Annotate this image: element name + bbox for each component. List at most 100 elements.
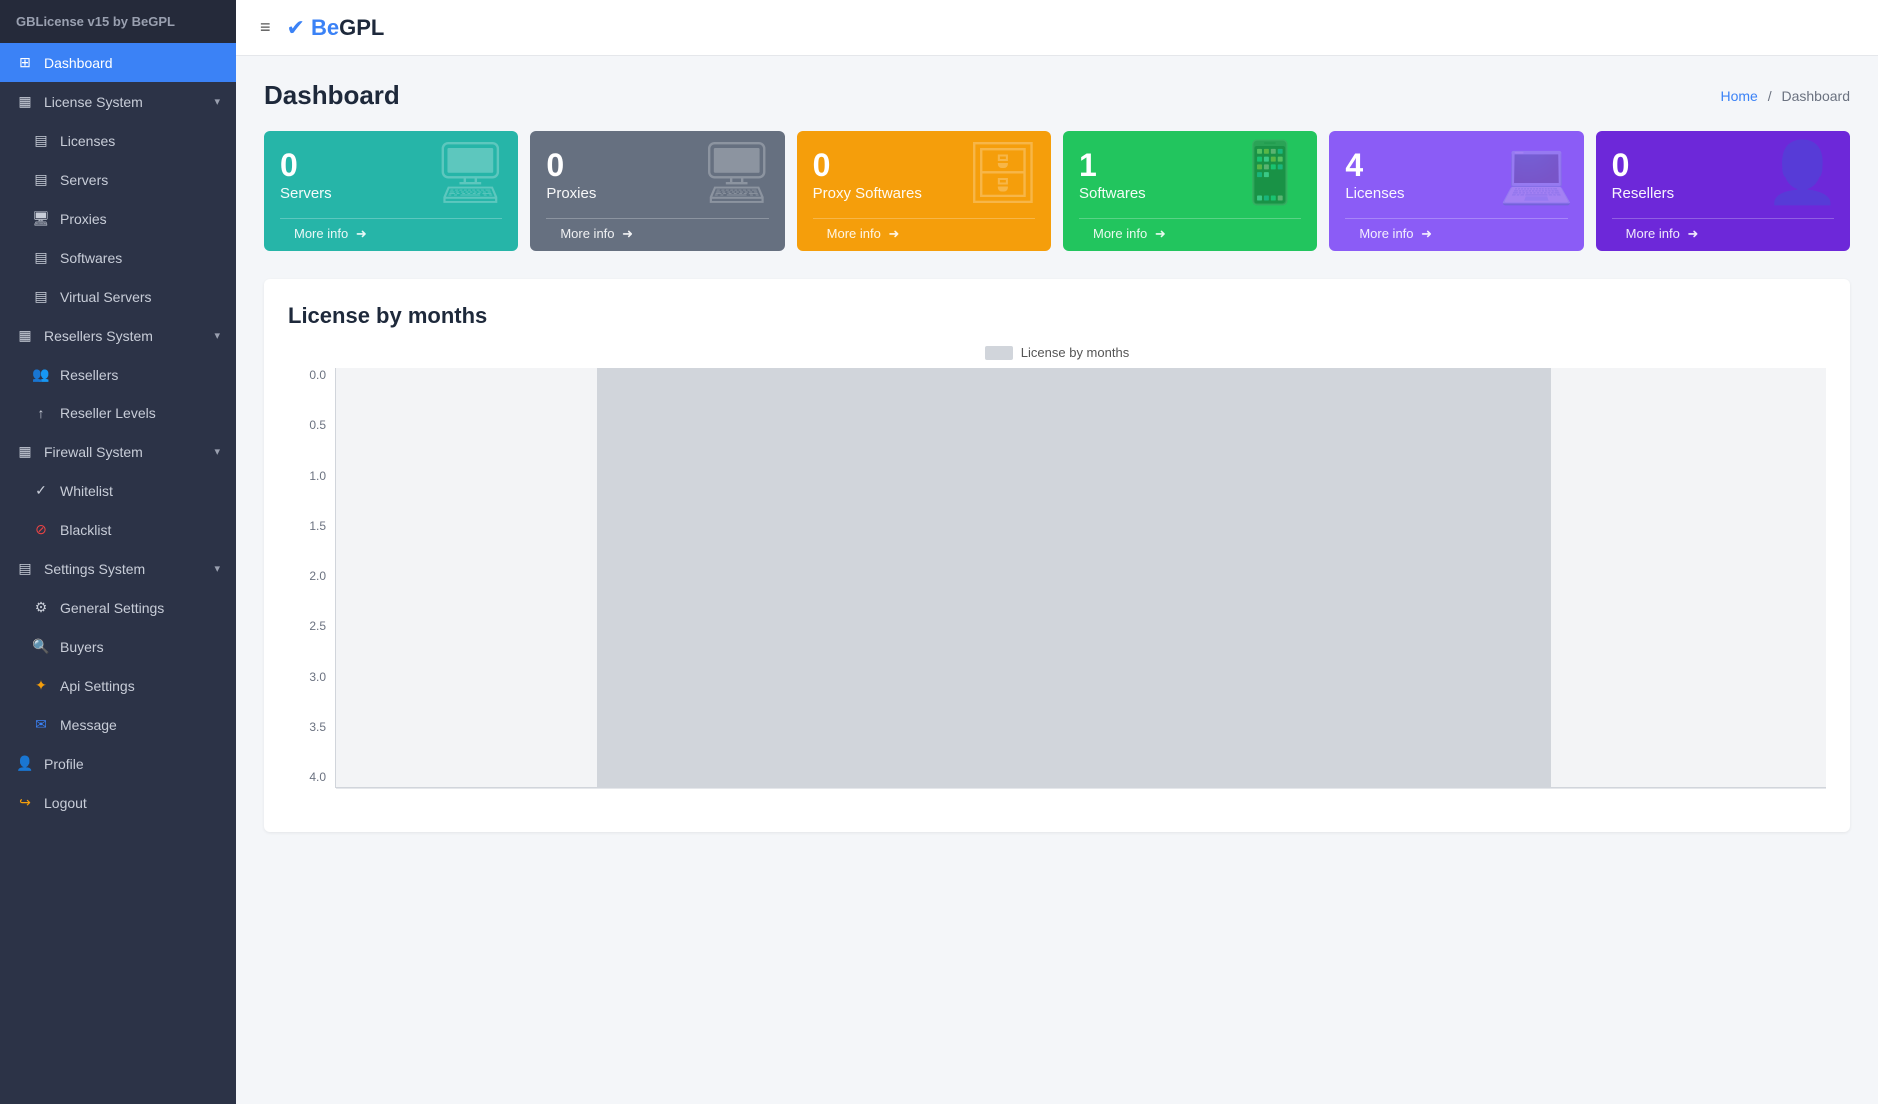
softwares-icon: ▤ [32,249,50,266]
hamburger-button[interactable]: ≡ [260,17,271,38]
proxies-more-info[interactable]: More info ➜ [546,218,768,249]
buyers-icon: 🔍 [32,638,50,655]
legend-box [985,346,1013,360]
resellers-icon: 👥 [32,366,50,383]
logo-be: Be [311,15,339,40]
arrow-icon: ➜ [356,226,367,241]
chevron-down-icon: ▾ [214,562,220,575]
sidebar-item-label: Licenses [60,133,115,149]
sidebar-item-label: Settings System [44,561,145,577]
servers-icon: ▤ [32,171,50,188]
api-settings-icon: ✦ [32,677,50,694]
y-label-15: 1.5 [288,519,332,533]
softwares-more-info[interactable]: More info ➜ [1079,218,1301,249]
y-label-1: 1.0 [288,469,332,483]
sidebar-item-label: Resellers System [44,328,153,344]
proxy-softwares-more-info[interactable]: More info ➜ [813,218,1035,249]
sidebar-item-label: General Settings [60,600,164,616]
breadcrumb-bar: Dashboard Home / Dashboard [264,80,1850,111]
sidebar-item-label: Softwares [60,250,122,266]
chart-section: License by months License by months 4.0 … [264,279,1850,832]
licenses-more-info[interactable]: More info ➜ [1345,218,1567,249]
proxies-icon: 🖥 [32,210,50,227]
sidebar-item-settings-system[interactable]: ▤ Settings System ▾ [0,549,236,588]
sidebar-item-label: Resellers [60,367,118,383]
topbar: ≡ ✔ BeGPL [236,0,1878,56]
whitelist-icon: ✓ [32,482,50,499]
sidebar-item-reseller-levels[interactable]: ↑ Reseller Levels [0,394,236,432]
sidebar-item-softwares[interactable]: ▤ Softwares [0,238,236,277]
arrow-icon: ➜ [1421,226,1432,241]
sidebar-item-label: License System [44,94,143,110]
y-label-2: 2.0 [288,569,332,583]
sidebar-item-label: Proxies [60,211,107,227]
page-title: Dashboard [264,80,400,111]
breadcrumb-separator: / [1768,88,1772,104]
chart-legend-label: License by months [1021,345,1129,360]
sidebar-item-firewall-system[interactable]: ▦ Firewall System ▾ [0,432,236,471]
stat-card-proxies: 0 Proxies 🖥 More info ➜ [530,131,784,251]
resellers-more-info[interactable]: More info ➜ [1612,218,1834,249]
sidebar-title: GBLicense v15 by BeGPL [0,0,236,43]
sidebar-item-buyers[interactable]: 🔍 Buyers [0,627,236,666]
settings-system-icon: ▤ [16,560,34,577]
message-icon: ✉ [32,716,50,733]
y-label-05: 0.5 [288,418,332,432]
stat-card-proxy-softwares: 0 Proxy Softwares 🗄 More info ➜ [797,131,1051,251]
sidebar-item-label: Virtual Servers [60,289,152,305]
sidebar-item-general-settings[interactable]: ⚙ General Settings [0,588,236,627]
sidebar-item-resellers-system[interactable]: ▦ Resellers System ▾ [0,316,236,355]
sidebar: GBLicense v15 by BeGPL ⊞ Dashboard ▦ Lic… [0,0,236,1104]
arrow-icon: ➜ [888,226,899,241]
sidebar-item-profile[interactable]: 👤 Profile [0,744,236,783]
sidebar-item-label: Reseller Levels [60,405,156,421]
chart-left-border [335,368,336,788]
licenses-icon: ▤ [32,132,50,149]
sidebar-item-virtual-servers[interactable]: ▤ Virtual Servers [0,277,236,316]
content-area: Dashboard Home / Dashboard 0 Servers 🖥 M… [236,56,1878,1104]
servers-bg-icon: 🖥 [432,143,508,203]
stats-cards: 0 Servers 🖥 More info ➜ 0 Proxies 🖥 More… [264,131,1850,251]
sidebar-item-license-system[interactable]: ▦ License System ▾ [0,82,236,121]
y-label-0: 0.0 [288,368,332,382]
sidebar-item-proxies[interactable]: 🖥 Proxies [0,199,236,238]
proxies-bg-icon: 🖥 [698,143,774,203]
sidebar-item-resellers[interactable]: 👥 Resellers [0,355,236,394]
sidebar-item-label: Logout [44,795,87,811]
resellers-bg-icon: 👤 [1765,143,1840,203]
chevron-down-icon: ▾ [214,95,220,108]
sidebar-item-dashboard[interactable]: ⊞ Dashboard [0,43,236,82]
breadcrumb-current: Dashboard [1782,88,1851,104]
softwares-bg-icon: 📱 [1233,143,1308,203]
sidebar-item-label: Api Settings [60,678,135,694]
breadcrumb-home[interactable]: Home [1720,88,1757,104]
sidebar-item-whitelist[interactable]: ✓ Whitelist [0,471,236,510]
sidebar-item-blacklist[interactable]: ⊘ Blacklist [0,510,236,549]
topbar-logo: ✔ BeGPL [287,15,385,41]
profile-icon: 👤 [16,755,34,772]
sidebar-item-api-settings[interactable]: ✦ Api Settings [0,666,236,705]
sidebar-item-licenses[interactable]: ▤ Licenses [0,121,236,160]
general-settings-icon: ⚙ [32,599,50,616]
license-system-icon: ▦ [16,93,34,110]
sidebar-item-label: Dashboard [44,55,113,71]
sidebar-item-logout[interactable]: ↪ Logout [0,783,236,822]
sidebar-item-servers[interactable]: ▤ Servers [0,160,236,199]
y-label-25: 2.5 [288,619,332,633]
arrow-icon: ➜ [622,226,633,241]
servers-more-info[interactable]: More info ➜ [280,218,502,249]
arrow-icon: ➜ [1155,226,1166,241]
sidebar-item-message[interactable]: ✉ Message [0,705,236,744]
chart-y-labels: 4.0 3.5 3.0 2.5 2.0 1.5 1.0 0.5 0.0 [288,368,332,788]
sidebar-item-label: Servers [60,172,108,188]
gridline-0 [336,788,1826,789]
chart-container: 4.0 3.5 3.0 2.5 2.0 1.5 1.0 0.5 0.0 [288,368,1826,808]
y-label-3: 3.0 [288,670,332,684]
sidebar-item-label: Profile [44,756,84,772]
sidebar-item-label: Blacklist [60,522,111,538]
sidebar-item-label: Whitelist [60,483,113,499]
chart-bottom-border [335,787,1826,788]
sidebar-item-label: Buyers [60,639,104,655]
logo-text: BeGPL [311,15,384,41]
stat-card-licenses: 4 Licenses 💻 More info ➜ [1329,131,1583,251]
